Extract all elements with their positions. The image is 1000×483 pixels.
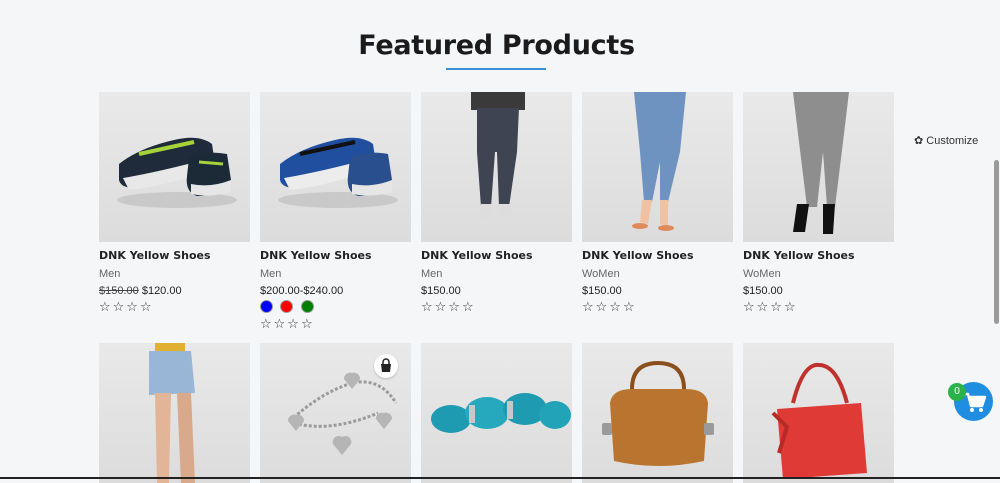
rating-stars: ☆☆☆☆ [421,300,476,315]
customize-label: Customize [926,135,979,147]
swatch-red[interactable] [280,300,294,313]
product-price: $150.00 [421,285,461,297]
product-category: Men [260,268,282,280]
product-name[interactable]: DNK Yellow Shoes [99,249,250,263]
product-name[interactable]: DNK Yellow Shoes [260,249,411,263]
sale-price: $120.00 [141,285,182,297]
product-image-turquoise-bracelet[interactable] [421,343,572,483]
product-image-sneaker-navy[interactable] [99,92,250,242]
product-image-red-handbag[interactable] [743,343,894,483]
gear-icon: ✿ [914,135,924,147]
page-title: Featured Products [358,30,635,61]
rating-stars: ☆☆☆☆ [582,300,637,315]
old-price: $150.00 [99,285,139,297]
cart-count-badge: 0 [948,383,966,401]
swatch-green[interactable] [300,300,314,313]
product-image-jeans-woman-blue[interactable] [582,92,733,242]
product-price: $150.00 [582,285,622,297]
product-image-jeans-woman-gray[interactable] [743,92,894,242]
product-image-brown-handbag[interactable] [582,343,733,483]
product-image-heart-charm-bracelet[interactable] [260,343,411,483]
product-card[interactable]: DNK Yellow Shoes Men $150.00 ☆☆☆☆ [421,92,572,315]
product-card[interactable] [421,343,572,483]
rating-stars: ☆☆☆☆ [260,317,315,332]
product-card[interactable] [260,343,411,483]
product-name[interactable]: DNK Yellow Shoes [743,249,894,263]
rating-stars: ☆☆☆☆ [99,300,154,315]
product-image-jeans-man[interactable] [421,92,572,242]
product-card[interactable] [582,343,733,483]
product-card[interactable]: DNK Yellow Shoes Men $150.00 $120.00 ☆☆☆… [99,92,250,315]
title-underline [446,68,546,70]
product-image-denim-shorts[interactable] [99,343,250,483]
product-category: Men [99,268,121,280]
product-name[interactable]: DNK Yellow Shoes [582,249,733,263]
product-image-sneaker-blue[interactable] [260,92,411,242]
scrollbar-thumb[interactable] [994,160,999,324]
product-card[interactable] [743,343,894,483]
customize-button[interactable]: ✿ Customize [914,134,978,147]
product-price: $150.00 $120.00 [99,285,250,297]
product-card[interactable]: DNK Yellow Shoes WoMen $150.00 ☆☆☆☆ [582,92,733,315]
product-category: WoMen [582,268,620,280]
product-category: WoMen [743,268,781,280]
swatch-blue[interactable] [260,300,273,313]
product-price: $200.00-$240.00 [260,285,344,297]
rating-stars: ☆☆☆☆ [743,300,798,315]
product-card[interactable]: DNK Yellow Shoes WoMen $150.00 ☆☆☆☆ [743,92,894,315]
quick-add-button[interactable] [374,354,398,378]
product-card[interactable]: DNK Yellow Shoes Men $200.00-$240.00 ☆☆☆… [260,92,411,332]
bag-icon [381,358,391,372]
product-name[interactable]: DNK Yellow Shoes [421,249,572,263]
product-price: $150.00 [743,285,783,297]
product-card[interactable] [99,343,250,483]
product-category: Men [421,268,443,280]
color-swatches [260,300,411,314]
